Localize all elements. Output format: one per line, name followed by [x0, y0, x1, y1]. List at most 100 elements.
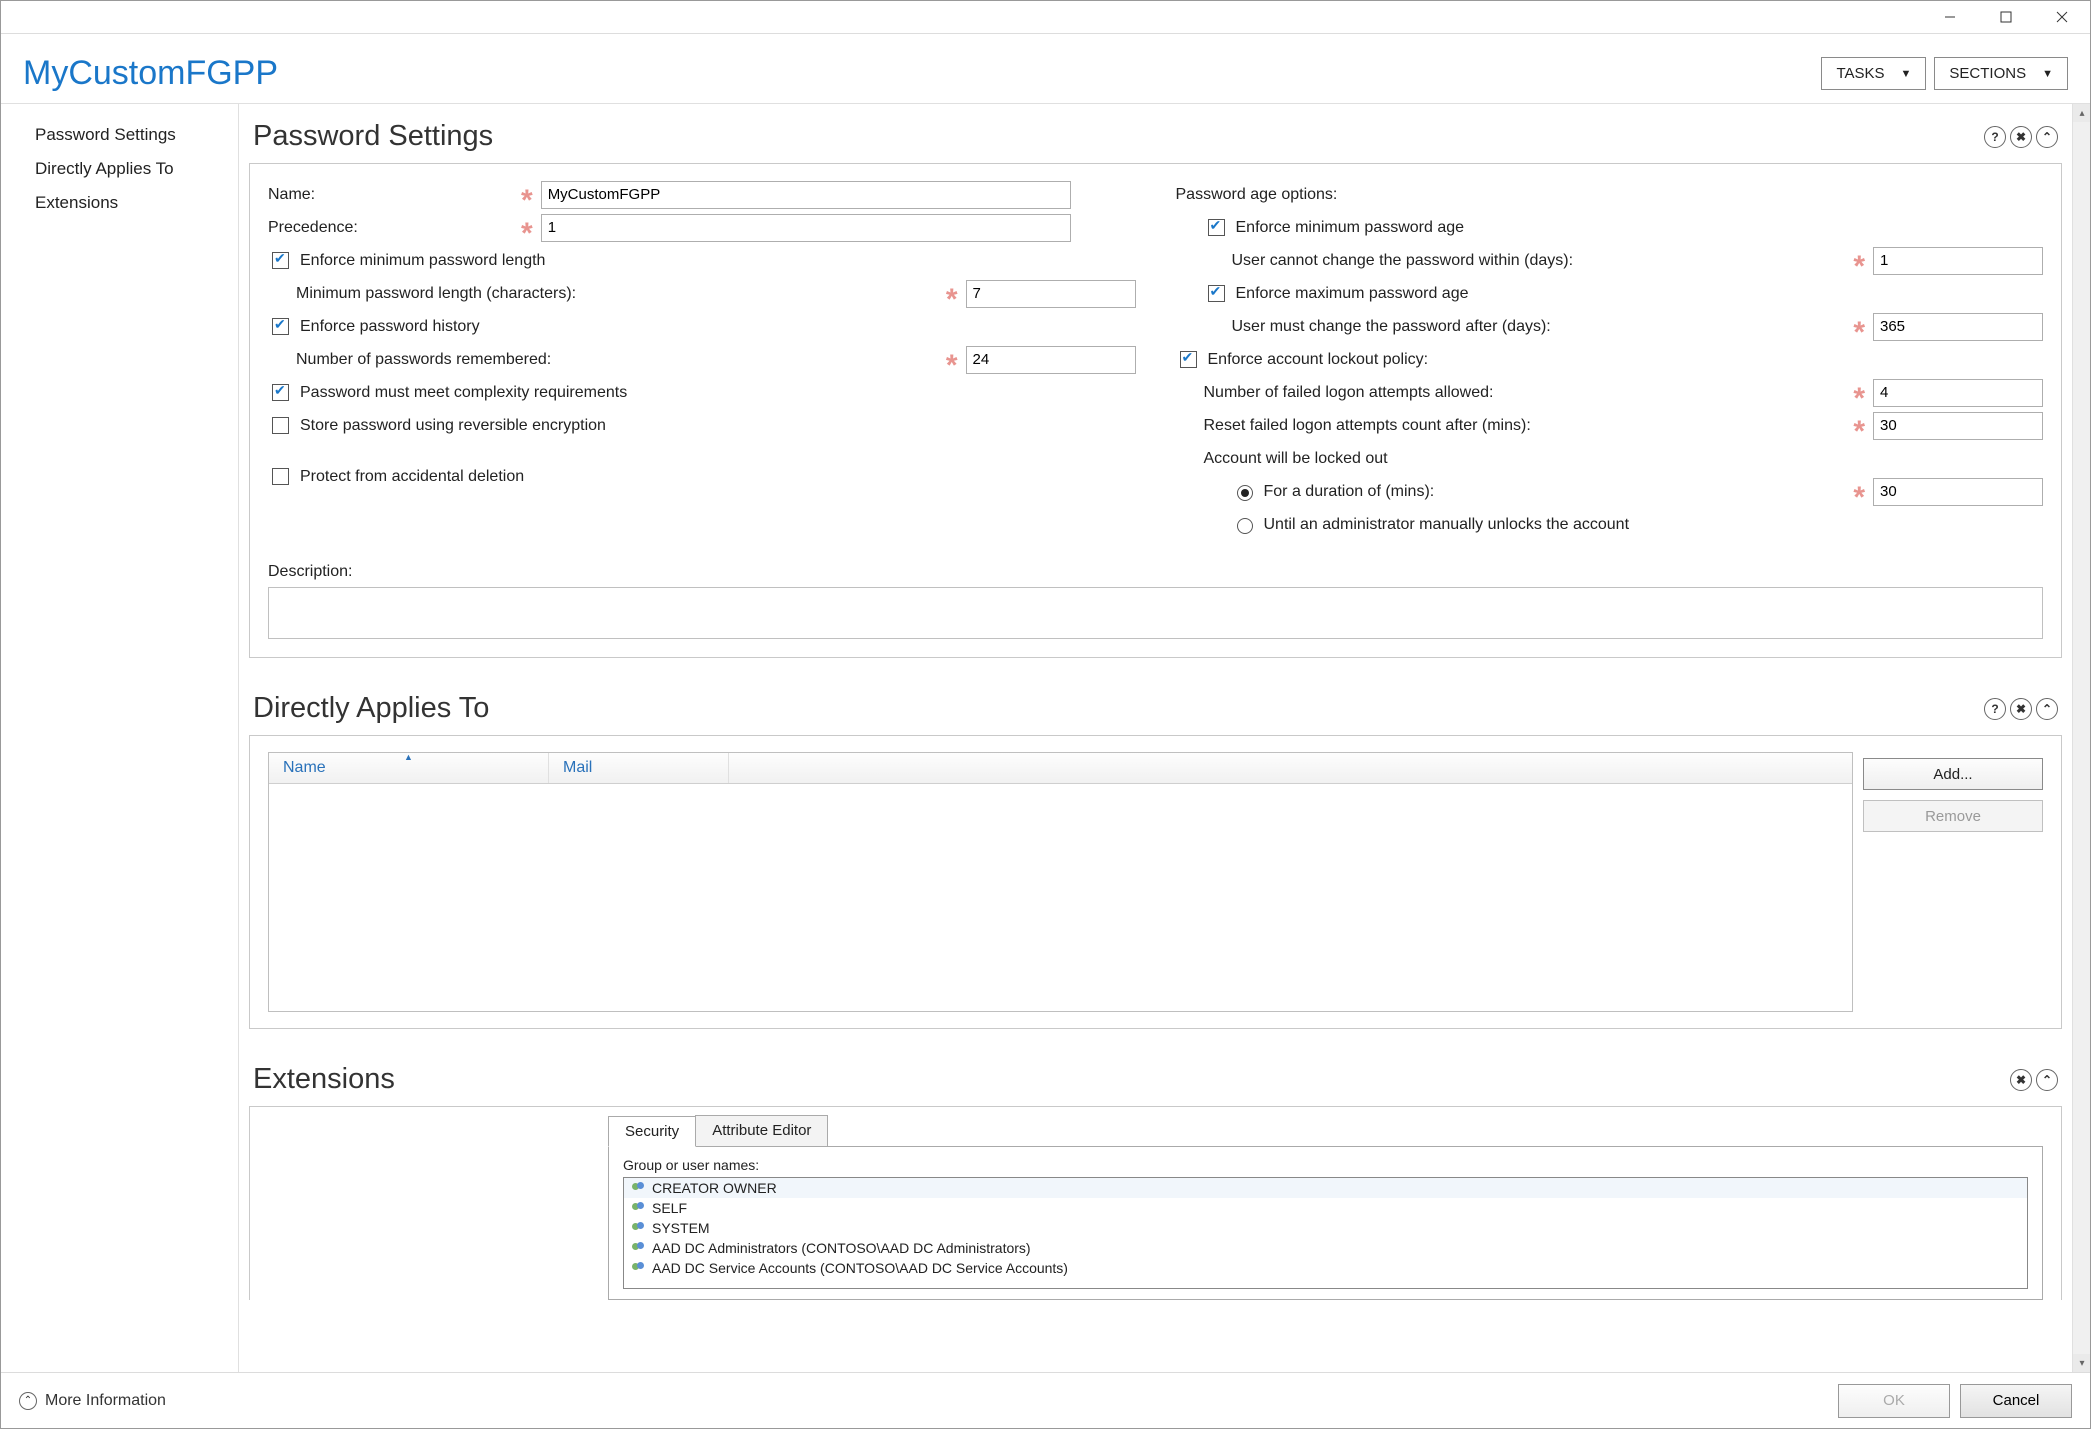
protect-label: Protect from accidental deletion: [300, 468, 524, 486]
column-header-blank: [729, 753, 1852, 783]
close-panel-icon[interactable]: ✖: [2010, 1069, 2032, 1091]
cancel-button[interactable]: Cancel: [1960, 1384, 2072, 1418]
lockout-checkbox[interactable]: [1180, 351, 1197, 368]
min-length-input[interactable]: [966, 280, 1136, 308]
section-password-settings: Password Settings ? ✖ ⌃ Name: *: [249, 104, 2062, 658]
remove-button: Remove: [1863, 800, 2043, 832]
list-item[interactable]: SELF: [624, 1198, 2027, 1218]
name-label: Name:: [268, 186, 513, 204]
group-icon: [632, 1242, 648, 1254]
name-input[interactable]: [541, 181, 1071, 209]
collapse-icon[interactable]: ⌃: [2036, 126, 2058, 148]
extensions-right-pane: Security Attribute Editor Group or user …: [608, 1115, 2043, 1300]
tasks-label: TASKS: [1836, 65, 1884, 82]
max-age-input[interactable]: [1873, 313, 2043, 341]
enforce-history-label: Enforce password history: [300, 318, 480, 336]
enforce-min-age-checkbox[interactable]: [1208, 219, 1225, 236]
protect-checkbox[interactable]: [272, 468, 289, 485]
list-item[interactable]: AAD DC Administrators (CONTOSO\AAD DC Ad…: [624, 1238, 2027, 1258]
complexity-checkbox[interactable]: [272, 384, 289, 401]
tab-security[interactable]: Security: [608, 1116, 696, 1147]
extensions-heading: Extensions: [253, 1063, 395, 1096]
group-icon: [632, 1182, 648, 1194]
applies-to-body: Name▲ Mail Add... Remove: [249, 735, 2062, 1029]
required-icon: *: [1853, 493, 1865, 503]
enforce-min-length-checkbox[interactable]: [272, 252, 289, 269]
nav-sidebar: Password Settings Directly Applies To Ex…: [1, 104, 239, 1372]
history-input[interactable]: [966, 346, 1136, 374]
vertical-scrollbar[interactable]: ▴ ▾: [2072, 104, 2090, 1372]
required-icon: *: [1853, 262, 1865, 272]
reversible-label: Store password using reversible encrypti…: [300, 417, 606, 435]
list-item[interactable]: SYSTEM: [624, 1218, 2027, 1238]
scroll-up-icon[interactable]: ▴: [2073, 104, 2090, 122]
sidebar-item-directly-applies-to[interactable]: Directly Applies To: [1, 152, 238, 186]
sections-dropdown[interactable]: SECTIONS▼: [1934, 57, 2068, 90]
list-item[interactable]: AAD DC Service Accounts (CONTOSO\AAD DC …: [624, 1258, 2027, 1278]
until-admin-radio[interactable]: [1237, 518, 1253, 534]
column-header-name[interactable]: Name▲: [269, 753, 549, 783]
precedence-label: Precedence:: [268, 219, 513, 237]
min-age-input[interactable]: [1873, 247, 2043, 275]
group-names-label: Group or user names:: [623, 1157, 2028, 1173]
maximize-button[interactable]: [1978, 1, 2034, 34]
failed-attempts-label: Number of failed logon attempts allowed:: [1204, 384, 1846, 402]
footer: ⌃ More Information OK Cancel: [1, 1372, 2090, 1428]
extensions-left-pane: [268, 1115, 598, 1300]
sidebar-item-password-settings[interactable]: Password Settings: [1, 118, 238, 152]
collapse-icon[interactable]: ⌃: [2036, 698, 2058, 720]
tab-attribute-editor[interactable]: Attribute Editor: [695, 1115, 828, 1146]
caret-down-icon: ▼: [2042, 68, 2053, 80]
enforce-min-length-label: Enforce minimum password length: [300, 252, 545, 270]
minimize-button[interactable]: [1922, 1, 1978, 34]
precedence-input[interactable]: [541, 214, 1071, 242]
duration-input[interactable]: [1873, 478, 2043, 506]
grid-header: Name▲ Mail: [269, 753, 1852, 784]
enforce-max-age-checkbox[interactable]: [1208, 285, 1225, 302]
enforce-history-checkbox[interactable]: [272, 318, 289, 335]
column-header-mail[interactable]: Mail: [549, 753, 729, 783]
main-content: Password Settings ? ✖ ⌃ Name: *: [239, 104, 2090, 1372]
applies-to-grid[interactable]: Name▲ Mail: [268, 752, 1853, 1012]
add-button[interactable]: Add...: [1863, 758, 2043, 790]
ok-button: OK: [1838, 1384, 1950, 1418]
header: MyCustomFGPP TASKS ▼ SECTIONS▼: [1, 34, 2090, 104]
description-textarea[interactable]: [268, 587, 2043, 639]
caret-down-icon: ▼: [1901, 68, 1912, 80]
body: Password Settings Directly Applies To Ex…: [1, 104, 2090, 1372]
sort-asc-icon: ▲: [404, 752, 413, 762]
until-admin-label: Until an administrator manually unlocks …: [1264, 516, 1630, 534]
expand-icon: ⌃: [19, 1392, 37, 1410]
history-label: Number of passwords remembered:: [296, 351, 938, 369]
more-information-link[interactable]: ⌃ More Information: [19, 1392, 166, 1410]
help-icon[interactable]: ?: [1984, 698, 2006, 720]
right-column: Password age options: Enforce minimum pa…: [1176, 178, 2044, 541]
sidebar-item-extensions[interactable]: Extensions: [1, 186, 238, 220]
required-icon: *: [521, 229, 533, 239]
age-options-label: Password age options:: [1176, 186, 2044, 204]
group-icon: [632, 1202, 648, 1214]
help-icon[interactable]: ?: [1984, 126, 2006, 148]
section-applies-to: Directly Applies To ? ✖ ⌃ Name▲ Mail: [249, 676, 2062, 1029]
required-icon: *: [1853, 394, 1865, 404]
close-button[interactable]: [2034, 1, 2090, 34]
list-item[interactable]: CREATOR OWNER: [624, 1178, 2027, 1198]
reset-count-input[interactable]: [1873, 412, 2043, 440]
principals-listbox[interactable]: CREATOR OWNER SELF SYSTEM AAD DC Adminis…: [623, 1177, 2028, 1289]
close-panel-icon[interactable]: ✖: [2010, 698, 2032, 720]
collapse-icon[interactable]: ⌃: [2036, 1069, 2058, 1091]
max-age-sub-label: User must change the password after (day…: [1232, 318, 1846, 336]
failed-attempts-input[interactable]: [1873, 379, 2043, 407]
page-title: MyCustomFGPP: [23, 54, 278, 93]
required-icon: *: [1853, 328, 1865, 338]
left-column: Name: * Precedence: * Enf: [268, 178, 1136, 541]
tasks-dropdown[interactable]: TASKS ▼: [1821, 57, 1926, 90]
duration-radio[interactable]: [1237, 485, 1253, 501]
scroll-down-icon[interactable]: ▾: [2073, 1354, 2090, 1372]
reversible-checkbox[interactable]: [272, 417, 289, 434]
header-buttons: TASKS ▼ SECTIONS▼: [1821, 57, 2068, 90]
close-panel-icon[interactable]: ✖: [2010, 126, 2032, 148]
lockout-label: Enforce account lockout policy:: [1208, 351, 1429, 369]
password-settings-body: Name: * Precedence: * Enf: [249, 163, 2062, 658]
duration-label: For a duration of (mins):: [1264, 483, 1846, 501]
